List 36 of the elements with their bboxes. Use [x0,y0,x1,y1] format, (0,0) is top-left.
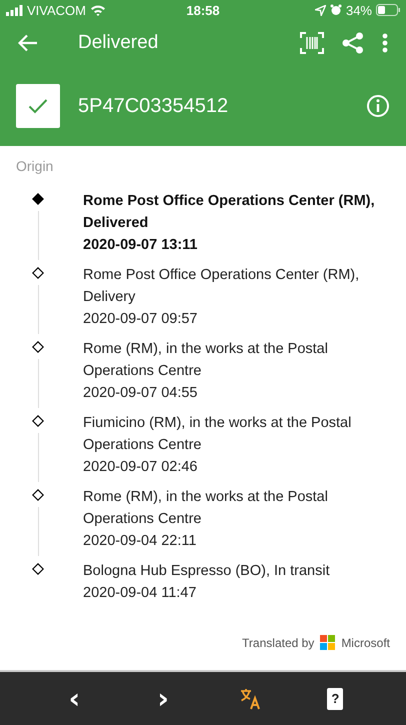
battery-percent: 34% [346,2,372,18]
event-datetime: 2020-09-07 04:55 [83,384,198,403]
location-icon [314,4,326,16]
event-datetime: 2020-09-04 11:47 [83,584,198,603]
event-description: Rome (RM), in the works at the Postal Operations Centre [83,340,329,381]
event-datetime: 2020-09-07 02:46 [83,458,198,477]
event-description: Bologna Hub Espresso (BO), In transit [83,562,330,581]
checkmark-icon [28,98,48,114]
event-description: Fiumicino (RM), in the works at the Postal Operations Centre [83,414,352,455]
back-arrow-icon[interactable] [18,34,38,52]
attribution-text: Translated by [242,636,314,650]
event-description: Rome Post Office Operations Center (RM), Delivery [83,266,360,307]
event-description: Rome Post Office Operations Center (RM), Delivered [83,192,376,233]
more-menu-icon[interactable] [382,33,388,53]
carrier-name: VIVACOM [27,2,86,18]
event-datetime: 2020-09-07 09:57 [83,310,198,329]
section-label: Origin [15,157,54,176]
signal-icon [6,4,23,16]
help-key-button[interactable]: ? [327,688,344,710]
event-datetime: 2020-09-07 13:11 [83,236,198,255]
event-description: Rome (RM), in the works at the Postal Operations Centre [83,488,329,529]
four-squares-logo-icon [320,635,336,650]
tracking-number: 5P47C03354512 [78,94,230,118]
battery-icon [376,4,400,16]
status-time: 18:58 [186,2,220,18]
info-icon[interactable] [366,94,390,118]
previous-button[interactable]: ‹ [62,684,86,712]
brand-name: Microsoft [341,636,390,650]
next-button[interactable]: › [151,684,175,712]
screen-title: Delivered [78,32,160,54]
share-icon[interactable] [342,32,364,54]
translate-icon[interactable] [240,688,262,710]
alarm-icon [330,4,342,16]
event-datetime: 2020-09-04 22:11 [83,532,198,551]
wifi-icon [90,4,106,16]
barcode-scan-icon[interactable] [300,32,324,54]
